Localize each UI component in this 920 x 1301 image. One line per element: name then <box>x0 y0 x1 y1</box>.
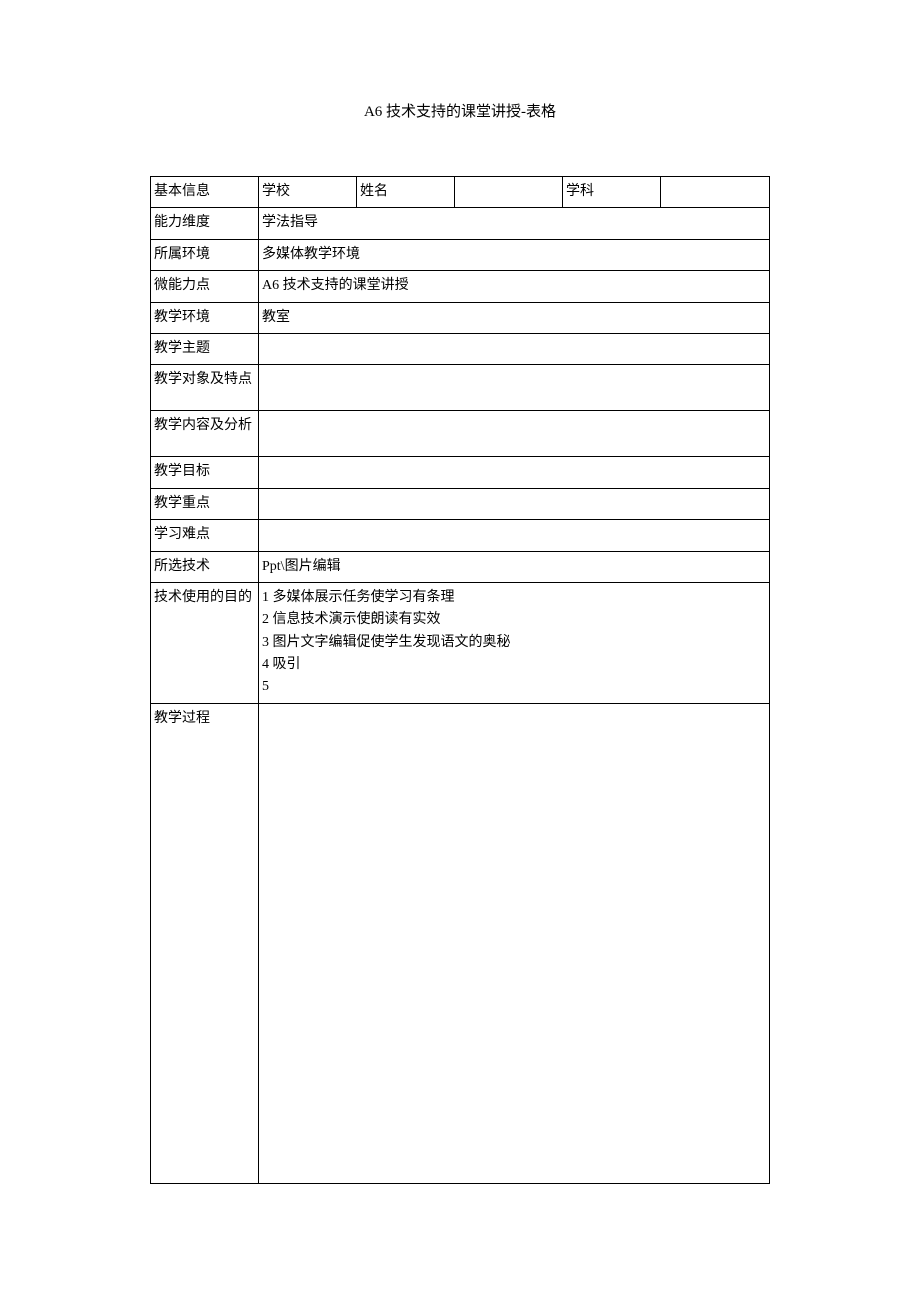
value-teaching-focus <box>259 488 770 519</box>
row-teaching-process: 教学过程 <box>151 703 770 1183</box>
value-teaching-goal <box>259 457 770 488</box>
row-teaching-target: 教学对象及特点 <box>151 365 770 411</box>
label-school: 学校 <box>259 177 357 208</box>
document-title: A6 技术支持的课堂讲授-表格 <box>150 100 770 121</box>
row-teaching-env: 教学环境 教室 <box>151 302 770 333</box>
value-teaching-env: 教室 <box>259 302 770 333</box>
row-selected-tech: 所选技术 Ppt\图片编辑 <box>151 551 770 582</box>
label-ability-dimension: 能力维度 <box>151 208 259 239</box>
label-environment: 所属环境 <box>151 239 259 270</box>
form-table: 基本信息 学校 姓名 学科 能力维度 学法指导 所属环境 多媒体教学环境 微能力… <box>150 176 770 1184</box>
row-teaching-focus: 教学重点 <box>151 488 770 519</box>
label-basic-info: 基本信息 <box>151 177 259 208</box>
label-subject: 学科 <box>563 177 661 208</box>
value-teaching-content <box>259 411 770 457</box>
label-micro-ability: 微能力点 <box>151 271 259 302</box>
row-basic-info: 基本信息 学校 姓名 学科 <box>151 177 770 208</box>
value-environment: 多媒体教学环境 <box>259 239 770 270</box>
value-ability-dimension: 学法指导 <box>259 208 770 239</box>
row-micro-ability: 微能力点 A6 技术支持的课堂讲授 <box>151 271 770 302</box>
label-teaching-target: 教学对象及特点 <box>151 365 259 411</box>
row-environment: 所属环境 多媒体教学环境 <box>151 239 770 270</box>
value-learning-difficulty <box>259 520 770 551</box>
row-tech-purpose: 技术使用的目的 1 多媒体展示任务使学习有条理 2 信息技术演示使朗读有实效 3… <box>151 582 770 703</box>
label-teaching-focus: 教学重点 <box>151 488 259 519</box>
label-teaching-topic: 教学主题 <box>151 333 259 364</box>
value-micro-ability: A6 技术支持的课堂讲授 <box>259 271 770 302</box>
row-ability-dimension: 能力维度 学法指导 <box>151 208 770 239</box>
row-teaching-goal: 教学目标 <box>151 457 770 488</box>
label-teaching-process: 教学过程 <box>151 703 259 1183</box>
label-selected-tech: 所选技术 <box>151 551 259 582</box>
value-selected-tech: Ppt\图片编辑 <box>259 551 770 582</box>
value-teaching-target <box>259 365 770 411</box>
label-teaching-content: 教学内容及分析 <box>151 411 259 457</box>
label-teaching-goal: 教学目标 <box>151 457 259 488</box>
label-tech-purpose: 技术使用的目的 <box>151 582 259 703</box>
row-learning-difficulty: 学习难点 <box>151 520 770 551</box>
row-teaching-topic: 教学主题 <box>151 333 770 364</box>
label-teaching-env: 教学环境 <box>151 302 259 333</box>
label-name: 姓名 <box>357 177 455 208</box>
value-teaching-process <box>259 703 770 1183</box>
value-subject <box>661 177 770 208</box>
value-name <box>455 177 563 208</box>
row-teaching-content: 教学内容及分析 <box>151 411 770 457</box>
label-learning-difficulty: 学习难点 <box>151 520 259 551</box>
value-teaching-topic <box>259 333 770 364</box>
value-tech-purpose: 1 多媒体展示任务使学习有条理 2 信息技术演示使朗读有实效 3 图片文字编辑促… <box>259 582 770 703</box>
